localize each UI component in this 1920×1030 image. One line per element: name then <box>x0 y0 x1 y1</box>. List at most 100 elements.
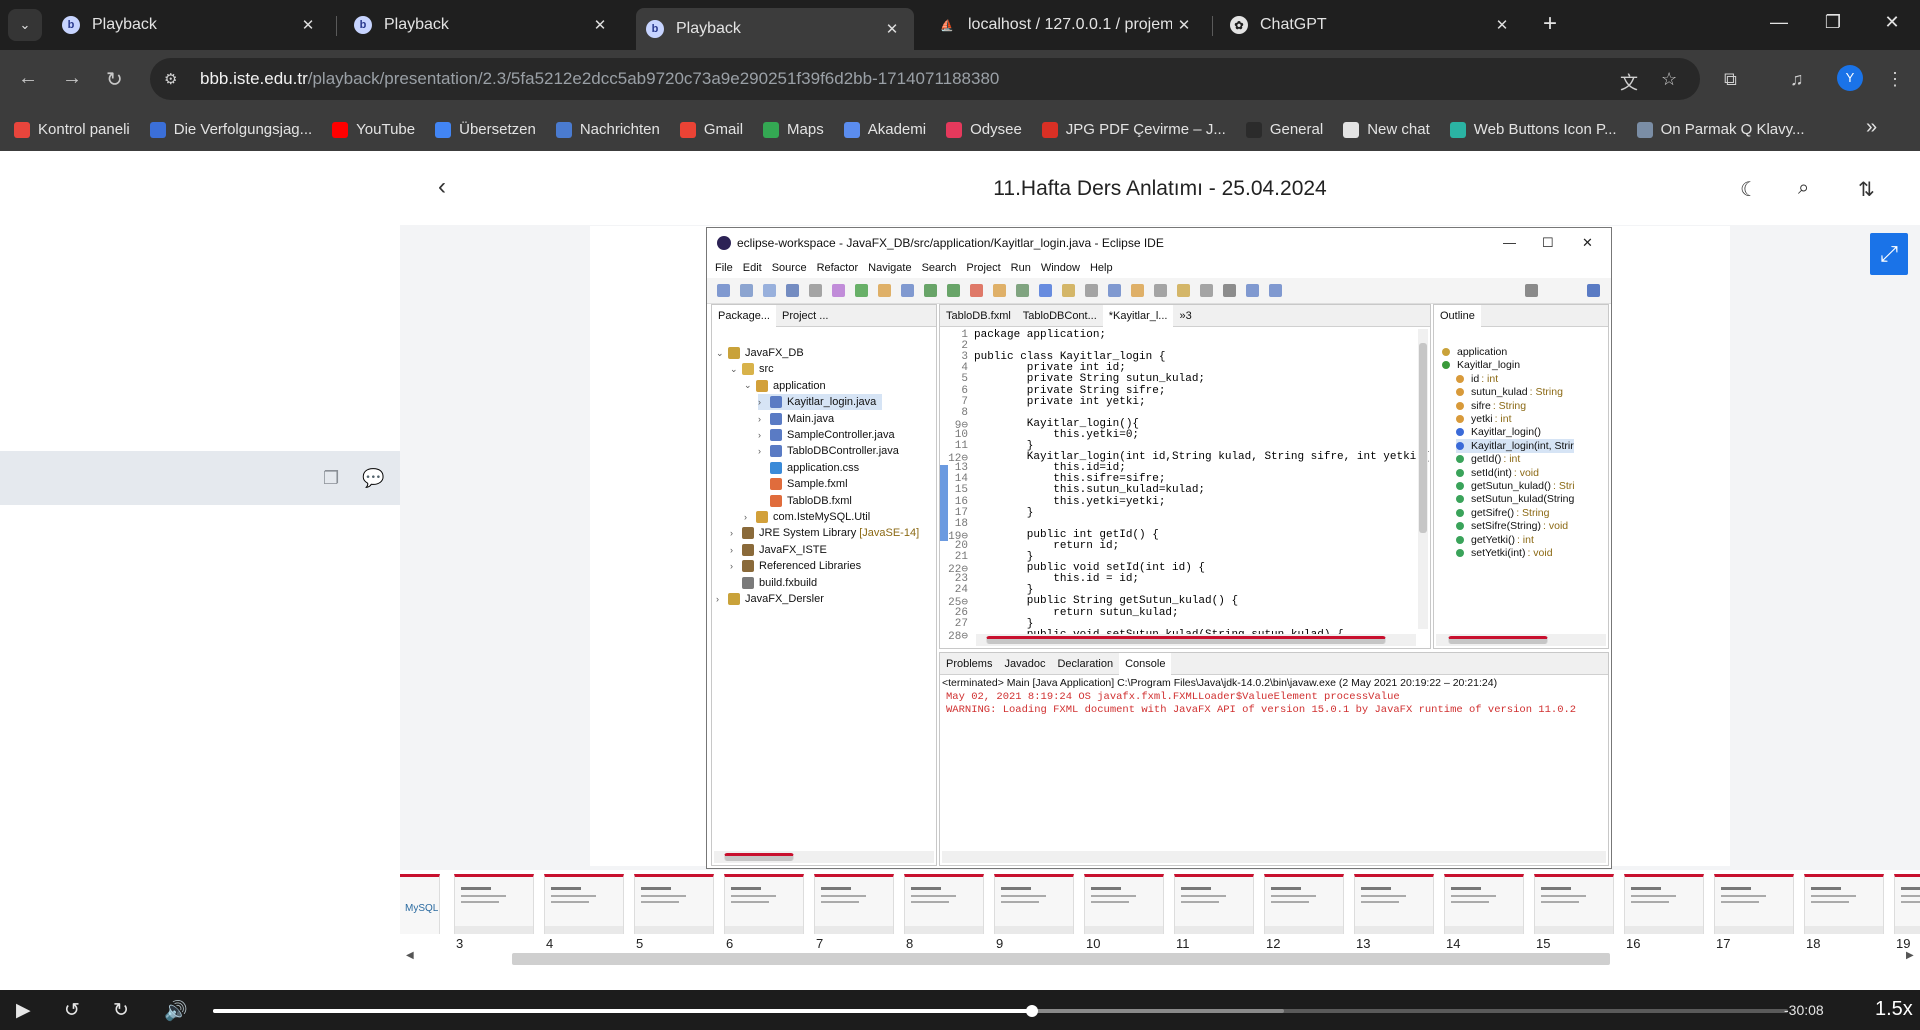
eclipse-toolbar-icon <box>1016 284 1029 297</box>
rewind-icon[interactable]: ↺ <box>64 999 80 1022</box>
tree-node-icon <box>742 527 754 540</box>
slide-thumbnail[interactable] <box>544 874 624 934</box>
tree-twisty-icon: ⌄ <box>716 347 724 358</box>
slide-thumbnail[interactable] <box>1714 874 1794 934</box>
outline-item: Kayitlar_login(int, Strir <box>1456 438 1574 453</box>
bbb-icon: b <box>62 16 80 34</box>
slide-thumbnail[interactable]: MySQL <box>400 874 440 934</box>
tree-node-icon <box>770 461 782 474</box>
slide-thumbnail[interactable] <box>1624 874 1704 934</box>
site-info-icon[interactable]: ⚙ <box>164 70 188 88</box>
progress-knob[interactable] <box>1026 1005 1038 1017</box>
bookmark-item[interactable]: YouTube <box>332 121 415 138</box>
eclipse-toolbar-icon <box>740 284 753 297</box>
bookmark-favicon-icon <box>332 121 349 138</box>
slide-thumbnail[interactable] <box>1894 874 1920 934</box>
slide-thumbnail[interactable] <box>1264 874 1344 934</box>
more-bookmarks-icon[interactable]: » <box>1866 116 1877 139</box>
bookmark-item[interactable]: General <box>1245 121 1323 138</box>
translate-icon[interactable]: 文 <box>1620 69 1638 95</box>
tab-search-button[interactable]: ⌄ <box>8 9 42 41</box>
eclipse-window: eclipse-workspace - JavaFX_DB/src/applic… <box>706 227 1612 869</box>
presentation-title: 11.Hafta Ders Anlatımı - 25.04.2024 <box>993 177 1327 200</box>
bookmark-item[interactable]: Gmail <box>679 121 743 138</box>
slide-thumbnail[interactable] <box>1174 874 1254 934</box>
swap-layout-icon[interactable]: ⇅ <box>1858 177 1875 202</box>
tab-close-icon[interactable]: ✕ <box>880 20 904 38</box>
scroll-left-icon[interactable]: ◀ <box>406 950 414 961</box>
thumbnail-scroll-thumb[interactable] <box>512 953 1610 965</box>
slide-thumbnail[interactable] <box>1534 874 1614 934</box>
tree-twisty-icon: › <box>758 446 761 457</box>
browser-tab[interactable]: b Playback ✕ <box>636 8 914 50</box>
tree-node-icon <box>742 363 754 376</box>
chat-icon[interactable]: 💬 <box>362 468 386 490</box>
forward-nav-icon[interactable]: → <box>62 67 82 90</box>
bookmark-item[interactable]: JPG PDF Çevirme – J... <box>1041 121 1226 138</box>
extensions-icon[interactable]: ⧉ <box>1724 69 1737 90</box>
bookmark-item[interactable]: Die Verfolgungsjag... <box>149 121 312 138</box>
slide-thumbnail[interactable] <box>1804 874 1884 934</box>
tree-node-icon <box>742 560 754 573</box>
slide-thumbnail[interactable] <box>994 874 1074 934</box>
outline-member-icon <box>1456 455 1464 464</box>
bookmark-item[interactable]: Nachrichten <box>555 121 660 138</box>
eclipse-window-title: eclipse-workspace - JavaFX_DB/src/applic… <box>737 236 1164 250</box>
browser-tab[interactable]: ⛵ localhost / 127.0.0.1 / projemdb ✕ <box>928 8 1206 42</box>
profile-avatar[interactable]: Y <box>1837 65 1863 91</box>
search-icon[interactable]: ⌕ <box>1798 177 1809 200</box>
slide-thumbnail[interactable] <box>724 874 804 934</box>
slide-thumbnail[interactable] <box>1354 874 1434 934</box>
tab-close-icon[interactable]: ✕ <box>588 16 612 34</box>
browser-tab[interactable]: b Playback ✕ <box>52 8 330 42</box>
dark-mode-icon[interactable]: ☾ <box>1740 177 1758 202</box>
slide-number: 8 <box>906 936 914 950</box>
slide-thumbnail[interactable] <box>634 874 714 934</box>
bookmark-item[interactable]: Odysee <box>946 121 1022 138</box>
bookmark-item[interactable]: Akademi <box>843 121 926 138</box>
package-tree-item: › com.IsteMySQL.Util <box>744 509 870 525</box>
bookmark-item[interactable]: Übersetzen <box>435 121 536 138</box>
address-bar[interactable]: ⚙ bbb.iste.edu.tr/playback/presentation/… <box>150 58 1700 100</box>
bookmark-item[interactable]: Maps <box>763 121 824 138</box>
time-remaining: -30:08 <box>1784 1002 1824 1018</box>
new-tab-button[interactable]: + <box>1543 10 1557 38</box>
minimize-window-button[interactable]: — <box>1759 12 1799 33</box>
media-control-icon[interactable]: ♫ <box>1790 69 1804 90</box>
bookmark-favicon-icon <box>435 121 452 138</box>
close-window-button[interactable]: ✕ <box>1872 12 1912 33</box>
browser-tab[interactable]: ✿ ChatGPT ✕ <box>1220 8 1524 42</box>
bookmark-item[interactable]: On Parmak Q Klavy... <box>1636 121 1805 138</box>
slide-thumbnail[interactable] <box>1084 874 1164 934</box>
playback-rate-button[interactable]: 1.5x <box>1875 998 1913 1021</box>
browser-menu-icon[interactable]: ⋮ <box>1886 69 1904 90</box>
browser-tab[interactable]: b Playback ✕ <box>344 8 622 42</box>
slide-thumbnail[interactable] <box>904 874 984 934</box>
thumbnail-scrollbar[interactable]: ◀ ▶ <box>400 950 1920 966</box>
tab-close-icon[interactable]: ✕ <box>1172 16 1196 34</box>
slide-thumbnail[interactable] <box>1444 874 1524 934</box>
tree-node-icon <box>770 494 782 507</box>
outline-member-name: setSifre(String) <box>1471 520 1542 533</box>
bookmark-item[interactable]: New chat <box>1343 121 1430 138</box>
forward-icon[interactable]: ↻ <box>113 999 129 1022</box>
playback-progress-bar[interactable] <box>213 1005 1788 1017</box>
reload-icon[interactable]: ↻ <box>106 67 123 92</box>
slide-thumbnail[interactable] <box>814 874 894 934</box>
volume-icon[interactable]: 🔊 <box>164 999 188 1023</box>
back-nav-icon[interactable]: ← <box>18 67 38 90</box>
play-icon[interactable]: ▶ <box>16 999 31 1022</box>
slide-thumbnail[interactable] <box>454 874 534 934</box>
slides-notes-icon[interactable]: ❐ <box>323 468 347 490</box>
tree-item-label: com.IsteMySQL.Util <box>773 511 871 523</box>
restore-window-button[interactable]: ❐ <box>1813 12 1853 33</box>
tab-close-icon[interactable]: ✕ <box>296 16 320 34</box>
tab-close-icon[interactable]: ✕ <box>1490 16 1514 34</box>
bookmark-item[interactable]: Web Buttons Icon P... <box>1449 121 1617 138</box>
bookmark-star-icon[interactable]: ☆ <box>1661 69 1677 90</box>
bookmark-item[interactable]: Kontrol paneli <box>14 121 130 138</box>
eclipse-toolbar-icon <box>1200 284 1213 297</box>
bbb-icon: b <box>646 20 664 38</box>
fullscreen-button[interactable]: ⤢ <box>1870 233 1908 275</box>
scroll-right-icon[interactable]: ▶ <box>1906 950 1914 961</box>
